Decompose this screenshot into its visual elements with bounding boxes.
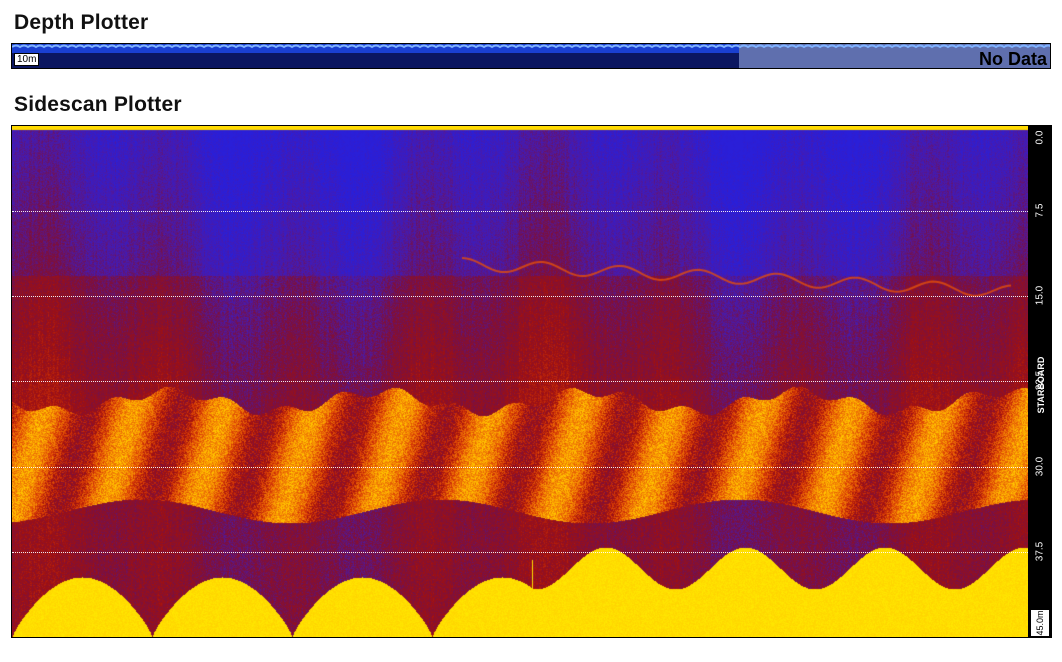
range-gridline bbox=[12, 296, 1028, 297]
range-tick: 0.0 bbox=[1034, 130, 1046, 145]
range-tick: 30.0 bbox=[1034, 456, 1046, 477]
depth-plotter-panel[interactable]: 10m No Data bbox=[11, 43, 1051, 69]
depth-scale-label: 10m bbox=[14, 53, 40, 66]
starboard-label: STARBOARD bbox=[1036, 356, 1046, 414]
range-gridline bbox=[12, 381, 1028, 382]
depth-profile-graphic bbox=[12, 44, 1050, 68]
sidescan-plotter-panel[interactable]: 0.0 7.5 15.0 22.5 30.0 37.5 STARBOARD 45… bbox=[11, 125, 1052, 638]
range-gridline bbox=[12, 211, 1028, 212]
sidescan-plotter-title: Sidescan Plotter bbox=[14, 93, 182, 116]
no-data-status: No Data bbox=[978, 49, 1047, 69]
depth-plotter-title: Depth Plotter bbox=[14, 11, 149, 34]
range-gridline bbox=[12, 467, 1028, 468]
range-tick: 37.5 bbox=[1034, 541, 1046, 562]
range-tick: 15.0 bbox=[1034, 285, 1046, 306]
range-tick: 7.5 bbox=[1034, 203, 1046, 218]
range-gridline bbox=[12, 552, 1028, 553]
max-range-label: 45.0m bbox=[1031, 610, 1049, 636]
